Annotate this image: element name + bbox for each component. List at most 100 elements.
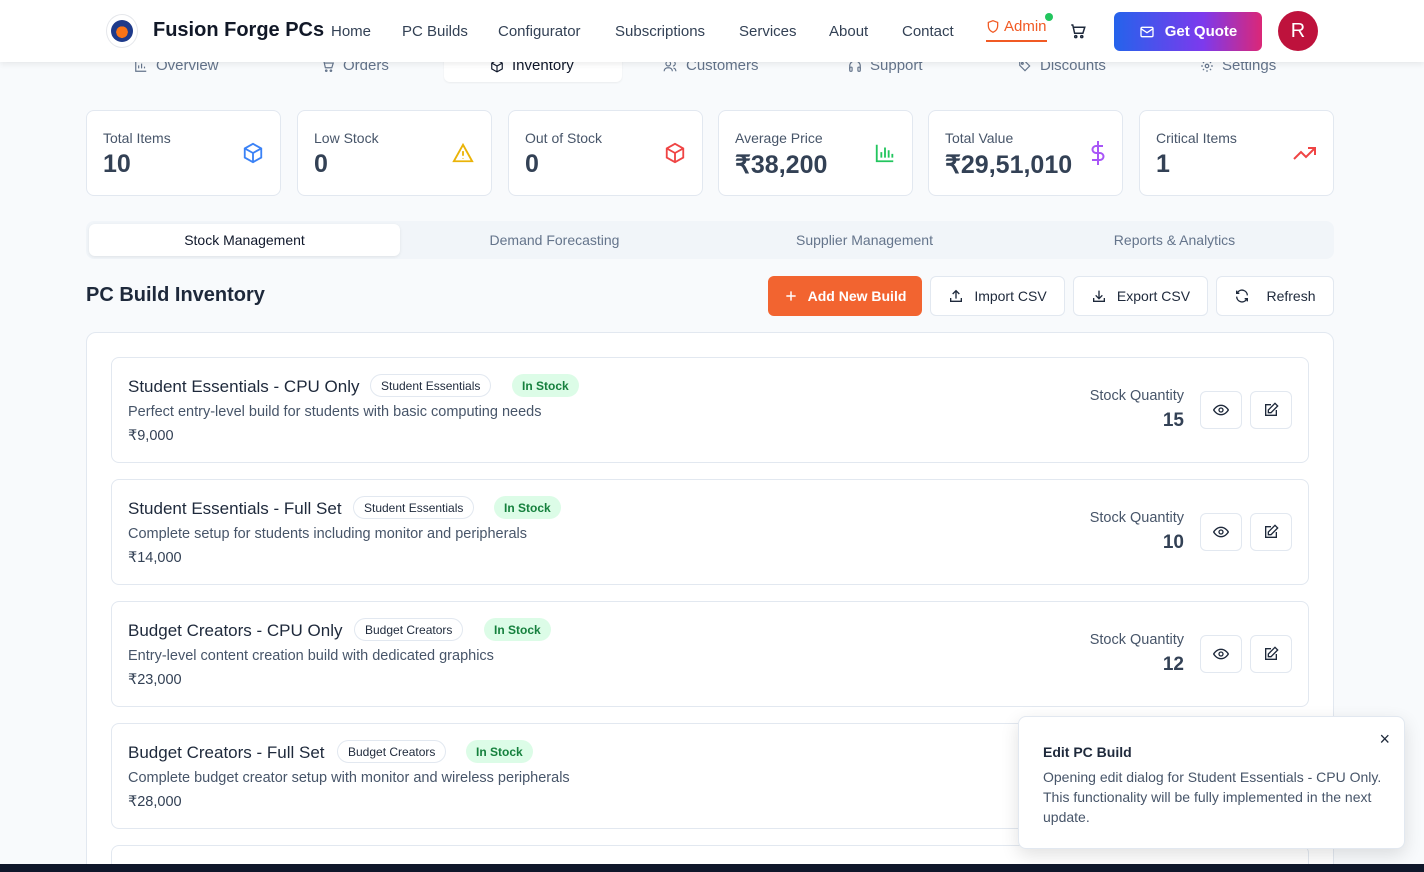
stat-value: 0 xyxy=(525,150,539,178)
nav-home[interactable]: Home xyxy=(331,23,371,40)
nav-about[interactable]: About xyxy=(829,23,868,40)
toast-title: Edit PC Build xyxy=(1043,744,1132,760)
subtab-reports-analytics[interactable]: Reports & Analytics xyxy=(1019,224,1330,256)
top-header: Fusion Forge PCs Home PC Builds Configur… xyxy=(0,0,1424,62)
flame-logo-icon xyxy=(111,20,133,42)
nav-configurator[interactable]: Configurator xyxy=(498,23,581,40)
stock-quantity-value: 15 xyxy=(1162,410,1184,431)
view-button[interactable] xyxy=(1200,391,1242,429)
item-name: Budget Creators - Full Set xyxy=(128,743,325,762)
stock-quantity-label: Stock Quantity xyxy=(1089,510,1184,526)
stock-quantity-label: Stock Quantity xyxy=(1089,388,1184,404)
item-name: Student Essentials - Full Set xyxy=(128,499,342,518)
plus-icon xyxy=(785,291,796,301)
package-icon xyxy=(243,142,263,164)
stock-quantity-value: 10 xyxy=(1162,532,1184,553)
stat-label: Average Price xyxy=(735,130,823,146)
item-description: Entry-level content creation build with … xyxy=(128,648,494,664)
status-badge: In Stock xyxy=(466,740,533,763)
get-quote-label: Get Quote xyxy=(1164,23,1238,40)
inventory-item: Student Essentials - CPU Only Student Es… xyxy=(111,357,1309,463)
trending-up-icon xyxy=(1293,147,1316,160)
inventory-item: Student Essentials - Full Set Student Es… xyxy=(111,479,1309,585)
add-new-build-label: Add New Build xyxy=(807,288,907,304)
stat-label: Total Value xyxy=(945,130,1014,146)
stat-value: 10 xyxy=(103,150,131,178)
nav-admin[interactable]: Admin xyxy=(986,18,1047,42)
item-description: Complete budget creator setup with monit… xyxy=(128,770,570,786)
subtab-supplier-management[interactable]: Supplier Management xyxy=(709,224,1020,256)
add-new-build-button[interactable]: Add New Build xyxy=(768,276,922,316)
mail-icon xyxy=(1140,26,1154,37)
package-icon xyxy=(665,142,685,164)
status-badge: In Stock xyxy=(512,374,579,397)
stat-value: ₹38,200 xyxy=(735,151,828,179)
toast-message: Opening edit dialog for Student Essentia… xyxy=(1043,769,1382,825)
stat-card-total-value: Total Value ₹29,51,010 xyxy=(928,110,1123,196)
edit-icon xyxy=(1265,646,1279,660)
refresh-icon xyxy=(1236,289,1249,303)
stat-value: 1 xyxy=(1156,150,1170,178)
export-csv-label: Export CSV xyxy=(1116,288,1191,304)
category-badge: Student Essentials xyxy=(353,496,475,519)
stat-value: 0 xyxy=(314,150,328,178)
eye-icon xyxy=(1213,526,1229,538)
shield-icon xyxy=(987,19,999,34)
edit-button[interactable] xyxy=(1250,635,1292,673)
get-quote-button[interactable]: Get Quote xyxy=(1114,12,1262,51)
cart-icon[interactable] xyxy=(1069,22,1087,45)
import-csv-label: Import CSV xyxy=(974,288,1047,304)
item-description: Perfect entry-level build for students w… xyxy=(128,404,542,420)
admin-label: Admin xyxy=(1004,18,1047,35)
export-csv-button[interactable]: Export CSV xyxy=(1073,276,1208,316)
eye-icon xyxy=(1213,404,1229,416)
item-description: Complete setup for students including mo… xyxy=(128,526,527,542)
stat-label: Out of Stock xyxy=(525,130,603,146)
user-avatar[interactable]: R xyxy=(1278,11,1318,51)
stat-label: Total Items xyxy=(103,130,171,146)
refresh-label: Refresh xyxy=(1266,288,1316,304)
upload-icon xyxy=(950,289,963,302)
edit-icon xyxy=(1265,524,1279,538)
nav-services[interactable]: Services xyxy=(739,23,797,40)
item-name: Budget Creators - CPU Only xyxy=(128,621,343,640)
edit-button[interactable] xyxy=(1250,391,1292,429)
stat-card-total-items: Total Items 10 xyxy=(86,110,281,196)
stat-card-out-of-stock: Out of Stock 0 xyxy=(508,110,703,196)
stat-card-low-stock: Low Stock 0 xyxy=(297,110,492,196)
stock-quantity-value: 12 xyxy=(1162,654,1184,675)
status-badge: In Stock xyxy=(494,496,561,519)
brand-logo[interactable] xyxy=(106,14,138,48)
taskbar-edge xyxy=(0,864,1424,872)
category-badge: Budget Creators xyxy=(354,618,464,641)
item-price: ₹9,000 xyxy=(128,428,174,444)
subtab-stock-management[interactable]: Stock Management xyxy=(89,224,400,256)
refresh-button[interactable]: Refresh xyxy=(1216,276,1334,316)
sub-tab-bar: Stock Management Demand Forecasting Supp… xyxy=(86,221,1334,259)
warning-icon xyxy=(452,142,474,163)
stat-card-critical-items: Critical Items 1 xyxy=(1139,110,1334,196)
edit-button[interactable] xyxy=(1250,513,1292,551)
online-indicator xyxy=(1045,13,1053,21)
import-csv-button[interactable]: Import CSV xyxy=(930,276,1065,316)
close-icon[interactable]: × xyxy=(1379,729,1390,750)
edit-icon xyxy=(1265,402,1279,416)
category-badge: Student Essentials xyxy=(370,374,492,397)
stat-card-average-price: Average Price ₹38,200 xyxy=(718,110,913,196)
item-name: Student Essentials - CPU Only xyxy=(128,377,360,396)
item-price: ₹14,000 xyxy=(128,550,182,566)
toast-notification: Edit PC Build Opening edit dialog for St… xyxy=(1018,716,1405,849)
stat-label: Low Stock xyxy=(314,130,379,146)
nav-contact[interactable]: Contact xyxy=(902,23,954,40)
stat-label: Critical Items xyxy=(1156,130,1237,146)
view-button[interactable] xyxy=(1200,513,1242,551)
subtab-demand-forecasting[interactable]: Demand Forecasting xyxy=(399,224,710,256)
view-button[interactable] xyxy=(1200,635,1242,673)
nav-subscriptions[interactable]: Subscriptions xyxy=(615,23,705,40)
bar-chart-icon xyxy=(875,144,894,163)
category-badge: Budget Creators xyxy=(337,740,447,763)
brand-name[interactable]: Fusion Forge PCs xyxy=(153,19,324,42)
stock-quantity-label: Stock Quantity xyxy=(1089,632,1184,648)
status-badge: In Stock xyxy=(484,618,551,641)
nav-pc-builds[interactable]: PC Builds xyxy=(402,23,468,40)
